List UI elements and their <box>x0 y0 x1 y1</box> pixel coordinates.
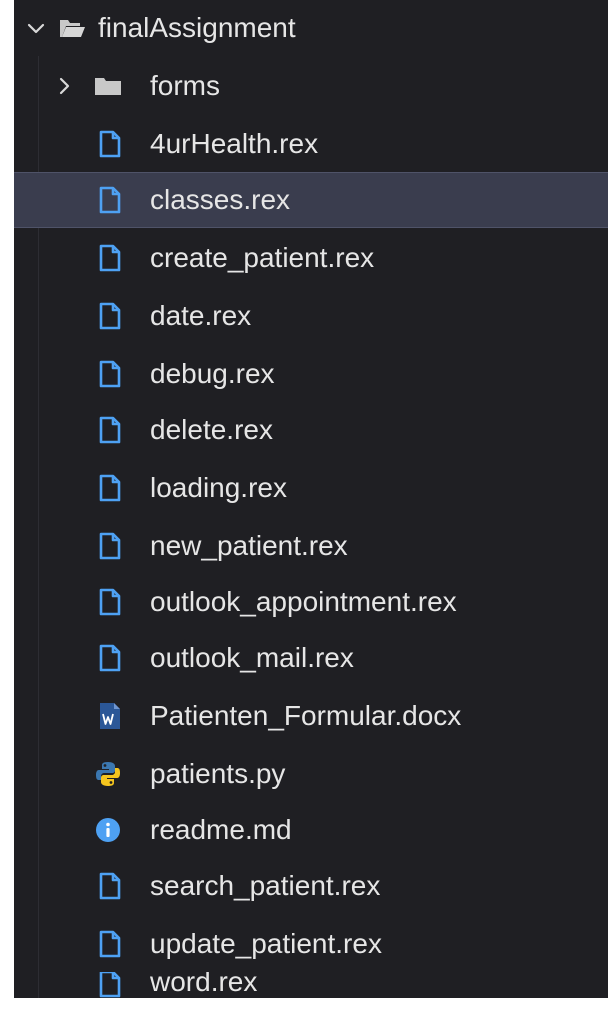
tree-item-label: new_patient.rex <box>150 530 348 561</box>
tree-item-label: classes.rex <box>150 184 291 215</box>
tree-item-file[interactable]: 4urHealth.rex <box>14 116 608 172</box>
tree-item-file[interactable]: delete.rex <box>14 402 608 458</box>
tree-item-label: 4urHealth.rex <box>150 128 319 159</box>
chevron-down-icon[interactable] <box>24 16 48 40</box>
file-icon <box>96 244 124 272</box>
chevron-right-icon[interactable] <box>52 74 76 98</box>
tree-item-file-selected[interactable]: classes.rex <box>14 172 608 228</box>
tree-item-file[interactable]: loading.rex <box>14 460 608 516</box>
tree-item-file[interactable]: debug.rex <box>14 346 608 402</box>
info-icon <box>94 816 122 844</box>
file-icon <box>96 302 124 330</box>
file-icon <box>96 644 124 672</box>
tree-item-label: forms <box>150 70 220 101</box>
python-icon <box>94 760 122 788</box>
tree-item-label: date.rex <box>150 300 252 331</box>
folder-open-icon <box>58 14 86 42</box>
tree-item-file[interactable]: update_patient.rex <box>14 916 608 972</box>
file-icon <box>96 130 124 158</box>
tree-item-file[interactable]: search_patient.rex <box>14 858 608 914</box>
file-icon <box>96 360 124 388</box>
tree-item-label: loading.rex <box>150 472 287 503</box>
tree-item-label: update_patient.rex <box>150 928 382 959</box>
tree-item-label: delete.rex <box>150 414 273 445</box>
tree-item-label: readme.md <box>150 814 292 845</box>
tree-item-file[interactable]: outlook_appointment.rex <box>14 574 608 630</box>
word-doc-icon <box>96 702 124 730</box>
file-icon <box>96 416 124 444</box>
file-icon <box>96 474 124 502</box>
tree-item-file[interactable]: create_patient.rex <box>14 230 608 286</box>
tree-item-file[interactable]: word.rex <box>14 972 608 998</box>
tree-item-label: finalAssignment <box>98 12 296 43</box>
file-icon <box>96 872 124 900</box>
tree-item-label: word.rex <box>150 972 258 997</box>
tree-item-forms[interactable]: forms <box>14 58 608 114</box>
file-icon <box>96 930 124 958</box>
tree-item-file[interactable]: readme.md <box>14 802 608 858</box>
file-icon <box>96 588 124 616</box>
tree-item-label: patients.py <box>150 758 286 789</box>
tree-item-label: search_patient.rex <box>150 870 381 901</box>
file-icon <box>96 532 124 560</box>
file-icon <box>96 186 124 214</box>
tree-item-file[interactable]: Patienten_Formular.docx <box>14 688 608 744</box>
tree-item-label: Patienten_Formular.docx <box>150 700 462 731</box>
file-explorer: finalAssignment forms 4urHealth.rex clas… <box>14 0 608 998</box>
file-icon <box>96 972 124 998</box>
tree-item-file[interactable]: patients.py <box>14 746 608 802</box>
tree-item-file[interactable]: outlook_mail.rex <box>14 630 608 686</box>
tree-item-label: outlook_mail.rex <box>150 642 354 673</box>
tree-item-label: create_patient.rex <box>150 242 375 273</box>
tree-item-finalassignment[interactable]: finalAssignment <box>14 0 608 56</box>
tree-item-label: debug.rex <box>150 358 275 389</box>
tree-item-file[interactable]: date.rex <box>14 288 608 344</box>
folder-icon <box>94 72 122 100</box>
tree-item-label: outlook_appointment.rex <box>150 586 457 617</box>
tree-item-file[interactable]: new_patient.rex <box>14 518 608 574</box>
